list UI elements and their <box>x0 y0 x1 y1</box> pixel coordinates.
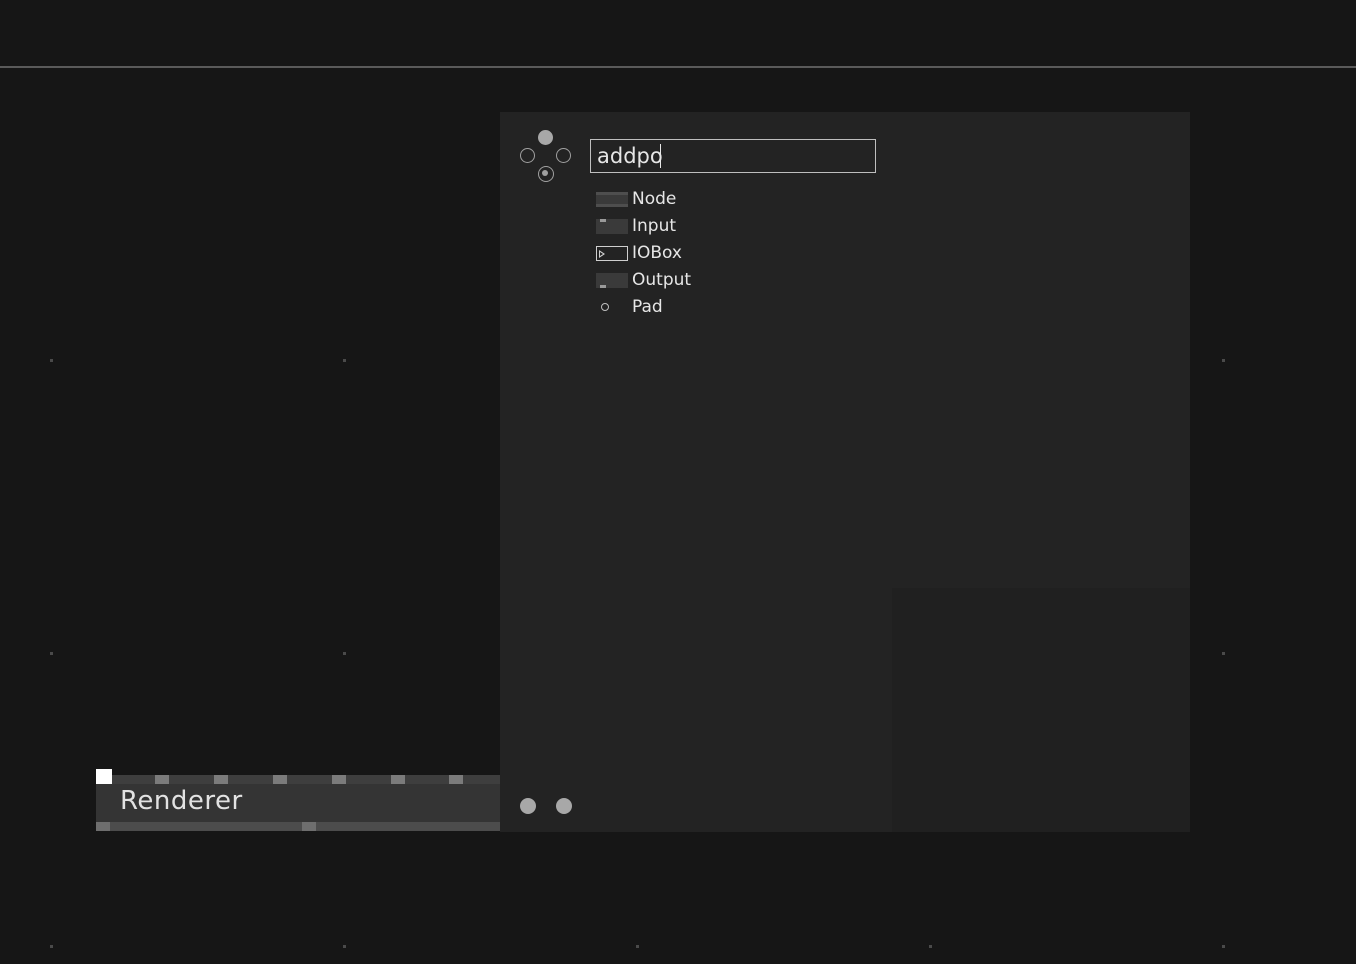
nav-center-icon[interactable] <box>538 166 554 182</box>
grid-dot <box>1222 359 1225 362</box>
menu-item-iobox[interactable]: IOBox <box>596 241 796 265</box>
menu-item-label: IOBox <box>632 243 682 263</box>
menu-item-pad[interactable]: Pad <box>596 295 796 319</box>
grid-dot <box>929 945 932 948</box>
nav-up-icon[interactable] <box>538 130 553 145</box>
output-pin[interactable] <box>302 822 316 831</box>
menu-item-input[interactable]: Input <box>596 214 796 238</box>
renderer-node-label: Renderer <box>120 786 243 816</box>
grid-dot <box>50 945 53 948</box>
grid-dot <box>343 945 346 948</box>
input-pin[interactable] <box>449 775 463 784</box>
grid-dot <box>1222 652 1225 655</box>
nav-right-icon[interactable] <box>556 148 571 163</box>
grid-dot <box>50 652 53 655</box>
input-pin[interactable] <box>214 775 228 784</box>
node-search-input[interactable] <box>590 139 876 173</box>
output-icon <box>596 273 628 288</box>
input-pin[interactable] <box>332 775 346 784</box>
input-pin[interactable] <box>155 775 169 784</box>
node-icon <box>596 192 628 207</box>
input-pin-selected[interactable] <box>96 769 112 784</box>
output-pins-strip <box>96 822 500 831</box>
menu-item-label: Output <box>632 270 692 290</box>
menu-item-label: Node <box>632 189 677 209</box>
grid-dot <box>50 359 53 362</box>
menu-item-label: Pad <box>632 297 663 317</box>
panel-shaded-region <box>892 588 1190 832</box>
menu-item-node[interactable]: Node <box>596 187 796 211</box>
nav-left-icon[interactable] <box>520 148 535 163</box>
grid-dot <box>343 359 346 362</box>
iobox-icon <box>596 246 628 261</box>
output-pin[interactable] <box>96 822 110 831</box>
prev-page-icon[interactable] <box>520 798 536 814</box>
input-pin[interactable] <box>273 775 287 784</box>
pad-icon <box>601 303 609 311</box>
input-pin[interactable] <box>391 775 405 784</box>
next-page-icon[interactable] <box>556 798 572 814</box>
grid-dot <box>343 652 346 655</box>
node-browser-panel: Node Input IOBox Output Pad <box>500 112 1190 832</box>
grid-dot <box>636 945 639 948</box>
input-icon <box>596 219 628 234</box>
canvas-top-divider <box>0 66 1356 68</box>
text-caret <box>660 144 661 168</box>
menu-item-output[interactable]: Output <box>596 268 796 292</box>
renderer-node[interactable]: Renderer <box>96 769 500 831</box>
grid-dot <box>1222 945 1225 948</box>
menu-item-label: Input <box>632 216 677 236</box>
